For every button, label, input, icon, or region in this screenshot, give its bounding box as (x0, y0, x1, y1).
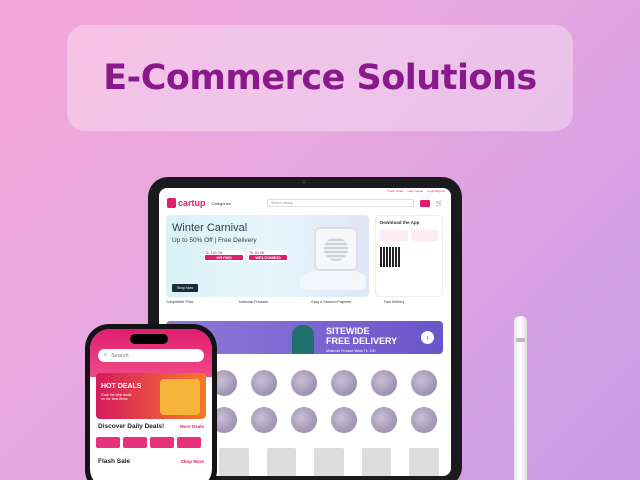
phone-search-placeholder: Search (111, 352, 129, 359)
top-links: Track Order Help Center Login/Signup (159, 188, 451, 196)
app-card-title: Download the App (380, 220, 420, 225)
categories-menu[interactable]: Categories (212, 201, 231, 206)
deal-chip[interactable] (177, 437, 201, 448)
hero-title: E-Commerce Solutions (103, 58, 537, 98)
phone-screen: ⌕ Search HOT DEALS Grab the best deals o… (90, 329, 212, 480)
heater-image (314, 227, 358, 271)
flash-sale-title: Flash Sale (98, 458, 131, 465)
category-item[interactable] (331, 407, 357, 433)
category-item[interactable] (331, 370, 357, 396)
feature-delivery: Fast Delivery (383, 300, 405, 304)
login-link[interactable]: Login/Signup (427, 189, 445, 195)
category-item[interactable] (291, 370, 317, 396)
promo-line1: SITEWIDE (326, 326, 370, 336)
features-strip: Competitive Price Authentic Products Eas… (166, 300, 444, 304)
product-card[interactable] (219, 448, 249, 476)
feature-price: Competitive Price (166, 300, 194, 304)
cart-icon[interactable]: 🛒 (436, 200, 443, 207)
category-item[interactable] (371, 370, 397, 396)
search-input[interactable]: Search cartup (266, 199, 414, 207)
track-order-link[interactable]: Track Order (388, 189, 404, 195)
app-offer-tile[interactable] (410, 230, 438, 241)
product-row (219, 448, 439, 476)
download-app-card: Download the App (375, 215, 443, 297)
arrow-right-icon[interactable]: › (421, 331, 434, 344)
coupon-card[interactable]: Tk. 100 Off HNY300 (204, 250, 244, 262)
daily-deals-title: Discover Daily Deals! (98, 423, 165, 430)
bag-icon (167, 198, 176, 208)
help-center-link[interactable]: Help Center (407, 189, 423, 195)
feature-authentic: Authentic Products (238, 300, 269, 304)
banner-subtitle: Up to 50% Off | Free Delivery (172, 237, 257, 244)
hot-deals-title: HOT DEALS (101, 383, 142, 390)
product-card[interactable] (361, 448, 392, 476)
hot-deals-banner[interactable]: HOT DEALS Grab the best deals on the bes… (96, 373, 206, 419)
snow-image (300, 270, 366, 290)
phone-device: ⌕ Search HOT DEALS Grab the best deals o… (85, 324, 217, 480)
category-item[interactable] (251, 407, 277, 433)
search-button[interactable] (419, 199, 430, 207)
winter-banner[interactable]: Winter Carnival Up to 50% Off | Free Del… (166, 215, 369, 297)
qr-code-icon (380, 247, 400, 267)
deal-chip[interactable] (123, 437, 147, 448)
promo-text: SITEWIDE FREE DELIVERY Minimum Product V… (326, 326, 397, 356)
product-card[interactable] (409, 448, 439, 476)
stylus-pencil (514, 316, 527, 480)
coupon-code: HNY300 (205, 255, 243, 260)
deal-chip[interactable] (150, 437, 174, 448)
category-item[interactable] (291, 407, 317, 433)
category-item[interactable] (411, 370, 437, 396)
shop-now-button[interactable]: Shop Now (172, 284, 198, 292)
delivery-person-image (292, 325, 314, 354)
more-deals-link[interactable]: More Deals (180, 424, 204, 429)
phone-notch (130, 334, 168, 344)
feature-payment: Easy & Secured Payment (311, 300, 352, 304)
coupon-card[interactable]: Tk. 60 Off WELCOME60 (248, 250, 288, 262)
category-grid (211, 370, 441, 433)
category-item[interactable] (371, 407, 397, 433)
promo-note: Minimum Product Value Tk. 100 (326, 349, 376, 353)
shop-more-link[interactable]: Shop More (181, 459, 204, 464)
deal-chip[interactable] (96, 437, 120, 448)
hot-deals-subtitle: Grab the best deals on the best items (101, 393, 132, 401)
hero-title-card: E-Commerce Solutions (67, 25, 573, 131)
app-offer-tile[interactable] (380, 230, 408, 241)
gift-box-image (160, 379, 200, 415)
tablet-camera (302, 180, 306, 184)
phone-search-input[interactable]: ⌕ Search (98, 349, 204, 362)
product-card[interactable] (266, 448, 297, 476)
product-card[interactable] (314, 448, 344, 476)
promo-line2: FREE DELIVERY (326, 336, 398, 346)
banner-title: Winter Carnival (172, 222, 248, 234)
deal-chips (96, 437, 201, 448)
brand-logo[interactable]: cartup (167, 198, 206, 208)
brand-name: cartup (178, 198, 206, 208)
coupon-code: WELCOME60 (249, 255, 287, 260)
tablet-navbar: cartup Categories Search cartup 🛒 (159, 196, 451, 210)
category-item[interactable] (251, 370, 277, 396)
search-icon: ⌕ (104, 352, 108, 358)
category-item[interactable] (411, 407, 437, 433)
